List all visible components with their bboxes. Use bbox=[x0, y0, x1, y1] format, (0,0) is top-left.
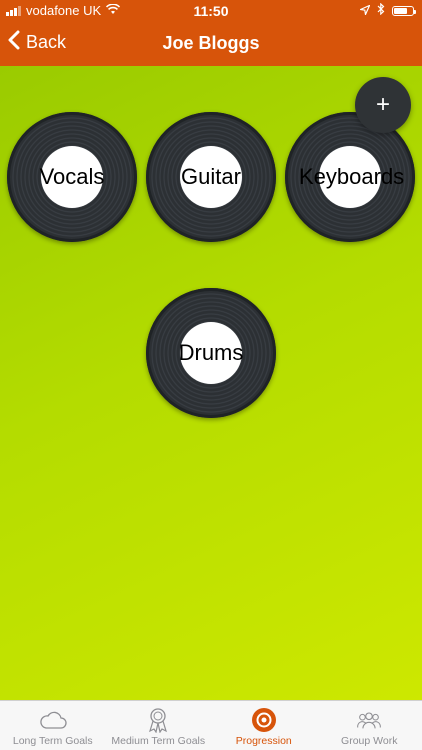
tab-label: Group Work bbox=[341, 735, 398, 747]
tab-label: Medium Term Goals bbox=[111, 735, 206, 747]
bluetooth-icon bbox=[377, 2, 385, 18]
instrument-keyboards[interactable]: Keyboards bbox=[285, 112, 415, 242]
instrument-guitar[interactable]: Guitar bbox=[146, 112, 276, 242]
instrument-label: Keyboards bbox=[299, 164, 405, 189]
record-label: Drums bbox=[179, 322, 243, 384]
instrument-label: Drums bbox=[178, 340, 244, 365]
tab-long-term-goals[interactable]: Long Term Goals bbox=[0, 701, 106, 750]
location-arrow-icon bbox=[358, 3, 371, 18]
tab-bar: Long Term Goals Medium Term Goals Progre… bbox=[0, 700, 422, 750]
instruments-area: Vocals Guitar Keyboards Drums + bbox=[0, 66, 422, 700]
group-icon bbox=[355, 707, 383, 733]
app-header: vodafone UK 11:50 Back Joe Bloggs bbox=[0, 0, 422, 66]
tab-progression[interactable]: Progression bbox=[211, 701, 317, 750]
instrument-label: Guitar bbox=[181, 164, 241, 189]
award-ribbon-icon bbox=[144, 707, 172, 733]
tab-label: Long Term Goals bbox=[12, 735, 93, 747]
tab-medium-term-goals[interactable]: Medium Term Goals bbox=[106, 701, 212, 750]
status-bar: vodafone UK 11:50 bbox=[0, 0, 422, 22]
add-instrument-button[interactable]: + bbox=[355, 77, 411, 133]
instrument-drums[interactable]: Drums bbox=[146, 288, 276, 418]
instrument-label: Vocals bbox=[39, 164, 105, 189]
target-icon bbox=[250, 707, 278, 733]
battery-icon bbox=[392, 5, 416, 16]
record-label: Vocals bbox=[40, 146, 104, 208]
record-label: Keyboards bbox=[299, 146, 404, 208]
record-label: Guitar bbox=[180, 146, 242, 208]
plus-icon: + bbox=[375, 91, 390, 118]
tab-label: Progression bbox=[235, 735, 292, 747]
tab-group-work[interactable]: Group Work bbox=[317, 701, 422, 750]
status-right bbox=[358, 2, 416, 18]
page-title: Joe Bloggs bbox=[162, 33, 260, 53]
status-time: 11:50 bbox=[193, 3, 229, 19]
cloud-icon bbox=[39, 707, 67, 733]
nav-bar: Back Joe Bloggs bbox=[0, 22, 422, 66]
instrument-vocals[interactable]: Vocals bbox=[7, 112, 137, 242]
